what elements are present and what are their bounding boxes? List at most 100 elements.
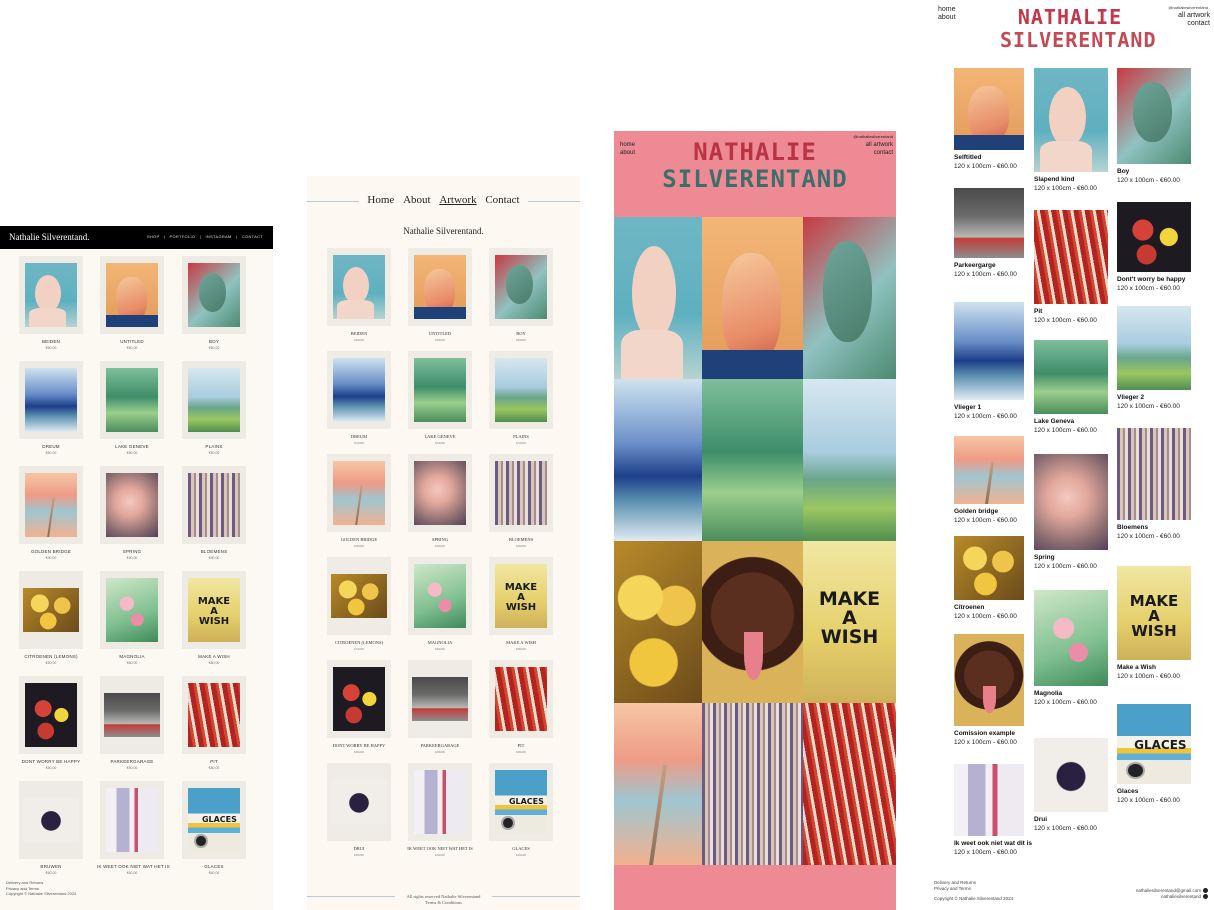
- artwork-thumbnail[interactable]: [331, 780, 387, 824]
- nav-all-artwork[interactable]: all artwork: [1178, 12, 1210, 20]
- artwork-title[interactable]: BLOEMENS: [486, 537, 556, 542]
- artwork-thumbnail[interactable]: [954, 302, 1024, 400]
- nav-artwork[interactable]: Artwork: [439, 194, 476, 206]
- artwork-title[interactable]: PLAINS: [179, 444, 249, 449]
- artwork-title[interactable]: Bloemens: [1117, 524, 1148, 531]
- artwork-thumbnail[interactable]: [23, 588, 79, 632]
- artwork-thumbnail[interactable]: [1034, 454, 1108, 550]
- artwork-thumbnail[interactable]: [1034, 340, 1108, 414]
- artwork-title[interactable]: GOLDEN BRIDGE: [16, 549, 86, 554]
- artwork-thumbnail[interactable]: [495, 667, 547, 731]
- artwork-title[interactable]: PARKEERGARAGE: [97, 759, 167, 764]
- mosaic-tile[interactable]: [614, 217, 702, 379]
- artwork-title[interactable]: IK WEET OOK NIET WAT HET IS: [97, 864, 170, 869]
- artwork-thumbnail[interactable]: [414, 358, 466, 422]
- artwork-title[interactable]: Parkeergarge: [954, 262, 996, 269]
- artwork-thumbnail[interactable]: MAKE A WISH: [495, 564, 547, 628]
- artwork-thumbnail[interactable]: [495, 255, 547, 319]
- artwork-title[interactable]: BEIDEN: [324, 331, 394, 336]
- site-logo[interactable]: NATHALIE SILVERENTAND: [614, 139, 896, 193]
- brand-name[interactable]: Nathalie Silverentand.: [9, 232, 89, 242]
- artwork-title[interactable]: BOY: [179, 339, 249, 344]
- artwork-title[interactable]: BLOEMENS: [179, 549, 249, 554]
- artwork-thumbnail[interactable]: [331, 574, 387, 618]
- artwork-thumbnail[interactable]: [1117, 428, 1191, 520]
- artwork-thumbnail[interactable]: [1034, 738, 1108, 812]
- artwork-thumbnail[interactable]: [333, 461, 385, 525]
- nav-contact[interactable]: Contact: [485, 194, 519, 206]
- mosaic-tile[interactable]: MAKE A WISH: [803, 541, 896, 703]
- nav-portfolio[interactable]: PORTFOLIO: [170, 234, 196, 239]
- artwork-title[interactable]: CITROENEN (LEMONS): [16, 654, 86, 659]
- mosaic-tile[interactable]: [614, 379, 702, 541]
- artwork-thumbnail[interactable]: [333, 358, 385, 422]
- contact-instagram[interactable]: nathaliesilverentand: [1161, 894, 1201, 899]
- artwork-title[interactable]: SPRING: [405, 537, 475, 542]
- artwork-thumbnail[interactable]: [1034, 68, 1108, 172]
- artwork-title[interactable]: MAGNOLIA: [97, 654, 167, 659]
- artwork-title[interactable]: DONT WORRY BE HAPPY: [324, 743, 394, 748]
- artwork-title[interactable]: MAGNOLIA: [405, 640, 475, 645]
- artwork-thumbnail[interactable]: [106, 578, 158, 642]
- artwork-title[interactable]: Glaces: [1117, 788, 1138, 795]
- artwork-thumbnail[interactable]: [25, 368, 77, 432]
- artwork-thumbnail[interactable]: [414, 564, 466, 628]
- nav-contact[interactable]: contact: [1178, 20, 1210, 28]
- artwork-thumbnail[interactable]: [412, 677, 468, 721]
- instagram-handle[interactable]: @nathaliesilverentand: [1168, 5, 1208, 10]
- artwork-title[interactable]: PARKEERGARAGE: [405, 743, 475, 748]
- artwork-title[interactable]: Drui: [1034, 816, 1047, 823]
- artwork-title[interactable]: BEIDEN: [16, 339, 86, 344]
- artwork-thumbnail[interactable]: [954, 536, 1024, 600]
- artwork-title[interactable]: GLACES: [486, 846, 556, 851]
- artwork-thumbnail[interactable]: [1117, 202, 1191, 272]
- artwork-thumbnail[interactable]: [1117, 306, 1191, 390]
- footer-privacy-link[interactable]: Privacy and Terms: [934, 886, 1013, 892]
- artwork-title[interactable]: Slapend kind: [1034, 176, 1074, 183]
- artwork-title[interactable]: Ik weet ook niet wat dit is: [954, 840, 1032, 847]
- nav-shop[interactable]: SHOP: [147, 234, 159, 239]
- artwork-thumbnail[interactable]: [954, 764, 1024, 836]
- artwork-thumbnail[interactable]: [954, 68, 1024, 150]
- artwork-title[interactable]: Vlieger 1: [954, 404, 981, 411]
- artwork-title[interactable]: Lake Geneva: [1034, 418, 1074, 425]
- artwork-title[interactable]: Boy: [1117, 168, 1129, 175]
- contact-email[interactable]: nathaliesilverentand@gmail.com: [1136, 888, 1201, 893]
- artwork-title[interactable]: CITROENEN (LEMONS): [324, 640, 394, 645]
- nav-contact[interactable]: CONTACT: [242, 234, 263, 239]
- artwork-title[interactable]: UNTITLED: [405, 331, 475, 336]
- artwork-thumbnail[interactable]: [106, 473, 158, 537]
- artwork-thumbnail[interactable]: [1034, 590, 1108, 686]
- site-logo[interactable]: NATHALIE SILVERENTAND: [1000, 6, 1156, 52]
- artwork-title[interactable]: Pit: [1034, 308, 1042, 315]
- artwork-title[interactable]: Citroenen: [954, 604, 984, 611]
- artwork-title[interactable]: DREUM: [324, 434, 394, 439]
- artwork-thumbnail[interactable]: [1117, 68, 1191, 164]
- artwork-thumbnail[interactable]: [188, 263, 240, 327]
- artwork-title[interactable]: IK WEET OOK NIET WAT HET IS: [405, 846, 475, 851]
- artwork-thumbnail[interactable]: [188, 683, 240, 747]
- artwork-thumbnail[interactable]: GLACES: [188, 788, 240, 852]
- artwork-title[interactable]: BRUWEN: [16, 864, 86, 869]
- artwork-thumbnail[interactable]: [188, 473, 240, 537]
- artwork-title[interactable]: Dont't worry be happy: [1117, 276, 1185, 283]
- mosaic-tile[interactable]: [803, 703, 896, 865]
- artwork-thumbnail[interactable]: [25, 473, 77, 537]
- footer-terms-link[interactable]: Terms & Conditions: [307, 900, 580, 906]
- nav-instagram[interactable]: INSTAGRAM: [205, 234, 231, 239]
- artwork-thumbnail[interactable]: MAKE A WISH: [1117, 566, 1191, 660]
- artwork-title[interactable]: DONT WORRY BE HAPPY: [16, 759, 86, 764]
- artwork-title[interactable]: Vlieger 2: [1117, 394, 1144, 401]
- artwork-thumbnail[interactable]: [495, 358, 547, 422]
- mosaic-tile[interactable]: [614, 703, 702, 865]
- artwork-title[interactable]: PIT: [486, 743, 556, 748]
- artwork-title[interactable]: Comission example: [954, 730, 1015, 737]
- artwork-title[interactable]: Golden bridge: [954, 508, 998, 515]
- mosaic-tile[interactable]: [614, 541, 702, 703]
- artwork-title[interactable]: BOY: [486, 331, 556, 336]
- artwork-title[interactable]: Spring: [1034, 554, 1055, 561]
- artwork-thumbnail[interactable]: [954, 436, 1024, 504]
- artwork-title[interactable]: UNTITLED: [97, 339, 167, 344]
- artwork-thumbnail[interactable]: [106, 788, 158, 852]
- nav-about[interactable]: About: [403, 194, 431, 206]
